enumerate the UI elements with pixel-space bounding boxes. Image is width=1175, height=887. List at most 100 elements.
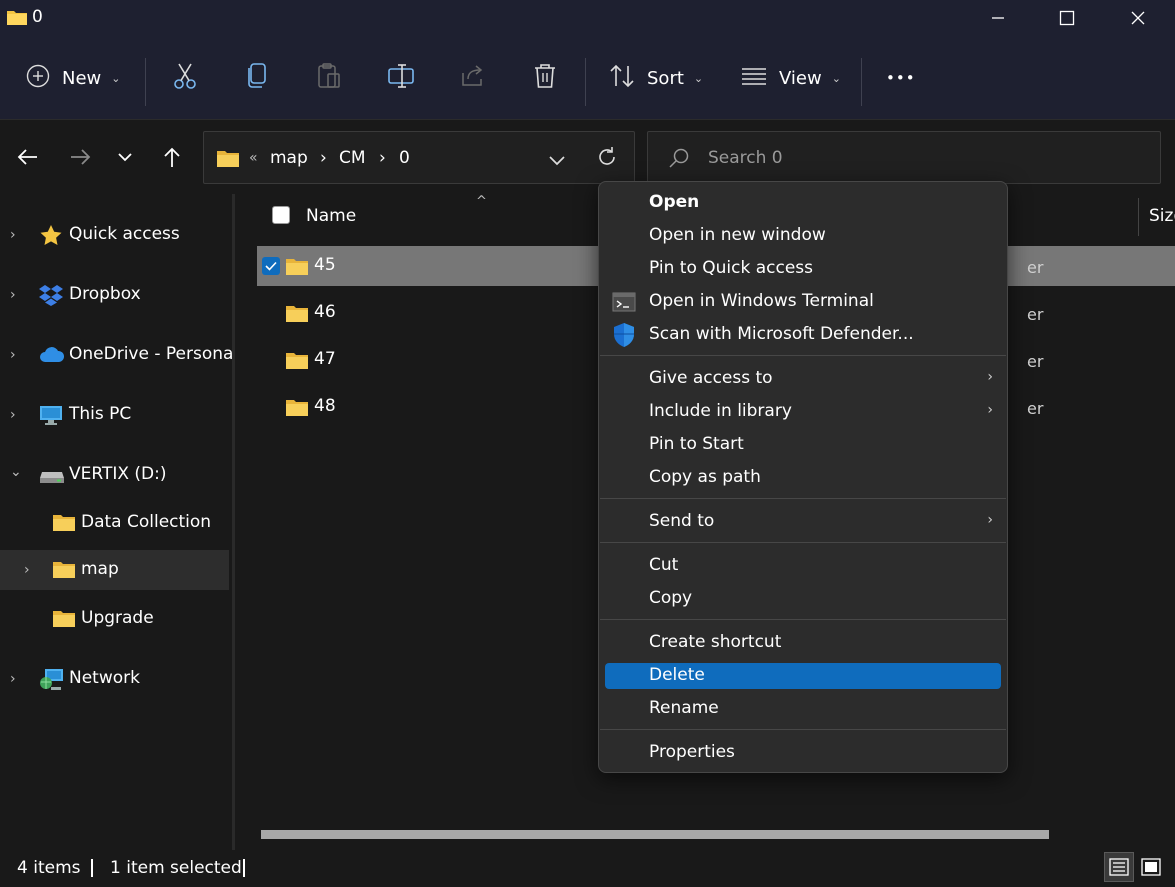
sidebar-item-label: OneDrive - Personal [69, 344, 239, 364]
selection-count: 1 item selected [110, 858, 242, 878]
sidebar-item-onedrive[interactable]: › OneDrive - Personal [0, 335, 238, 375]
folder-icon [285, 303, 309, 328]
cloud-icon [39, 344, 65, 366]
menu-item-copy[interactable]: Copy [605, 586, 1001, 612]
share-button[interactable] [460, 36, 486, 120]
menu-separator [600, 619, 1006, 620]
menu-separator [600, 355, 1006, 356]
sidebar-item-label: VERTIX (D:) [69, 464, 167, 484]
menu-item-pin-start[interactable]: Pin to Start [605, 432, 1001, 458]
menu-item-label: Send to [649, 511, 715, 531]
address-bar[interactable]: « map › CM › 0 [203, 131, 635, 184]
chevron-right-icon[interactable]: › [24, 562, 30, 578]
rename-button[interactable] [387, 36, 415, 120]
cut-button[interactable] [172, 36, 198, 120]
address-dropdown-button[interactable] [548, 152, 566, 172]
breadcrumb-cm[interactable]: CM [339, 148, 366, 168]
chevron-right-icon: › [987, 402, 993, 418]
file-name: 48 [314, 396, 336, 416]
breadcrumb-overflow[interactable]: « [249, 150, 258, 166]
paste-button[interactable] [316, 36, 342, 120]
menu-item-open[interactable]: Open [605, 190, 1001, 216]
menu-item-cut[interactable]: Cut [605, 553, 1001, 579]
chevron-right-icon[interactable]: › [10, 671, 16, 687]
toolbar-divider [145, 58, 146, 106]
folder-icon [52, 559, 76, 581]
recent-locations-button[interactable] [107, 137, 143, 177]
chevron-right-icon[interactable]: › [10, 407, 16, 423]
sidebar-item-quick-access[interactable]: › Quick access [0, 215, 229, 255]
view-button[interactable]: View ⌄ [741, 36, 841, 120]
horizontal-scrollbar[interactable] [261, 830, 1049, 839]
dropbox-icon [39, 284, 63, 306]
column-header-size[interactable]: Size [1149, 206, 1175, 226]
scissors-icon [172, 62, 198, 95]
up-button[interactable] [154, 137, 190, 177]
maximize-button[interactable] [1035, 0, 1099, 36]
menu-item-scan-defender[interactable]: Scan with Microsoft Defender... [605, 322, 1001, 348]
menu-item-copy-path[interactable]: Copy as path [605, 465, 1001, 491]
new-label: New [62, 67, 102, 89]
menu-item-send-to[interactable]: Send to › [605, 509, 1001, 535]
sidebar-item-vertix-drive[interactable]: ⌄ VERTIX (D:) [0, 455, 229, 495]
chevron-down-icon: ⌄ [693, 71, 704, 85]
menu-item-create-shortcut[interactable]: Create shortcut [605, 630, 1001, 656]
sidebar-item-this-pc[interactable]: › This PC [0, 395, 229, 435]
tiles-view-button[interactable] [1136, 852, 1166, 882]
row-checkbox[interactable] [262, 257, 280, 275]
select-all-checkbox[interactable] [272, 206, 290, 224]
search-placeholder: Search 0 [708, 148, 783, 168]
menu-item-rename[interactable]: Rename [605, 696, 1001, 722]
chevron-down-icon[interactable]: ⌄ [10, 464, 22, 480]
sidebar-item-map[interactable]: › map [0, 550, 229, 590]
chevron-right-icon[interactable]: › [10, 287, 16, 303]
sort-button[interactable]: Sort ⌄ [609, 36, 703, 120]
sidebar-item-label: Quick access [69, 224, 180, 244]
sort-arrow-icon: ^ [476, 194, 487, 209]
column-header-name[interactable]: Name [306, 206, 356, 226]
file-name: 45 [314, 255, 336, 275]
copy-button[interactable] [245, 36, 269, 120]
menu-item-properties[interactable]: Properties [605, 740, 1001, 766]
arrow-right-icon [71, 149, 91, 165]
details-view-button[interactable] [1104, 852, 1134, 882]
back-button[interactable] [10, 137, 46, 177]
close-button[interactable] [1106, 0, 1170, 36]
menu-item-give-access[interactable]: Give access to › [605, 366, 1001, 392]
delete-button[interactable] [533, 36, 557, 120]
breadcrumb-0[interactable]: 0 [399, 148, 410, 168]
chevron-right-icon: › [987, 369, 993, 385]
forward-button[interactable] [62, 137, 98, 177]
column-divider[interactable] [1138, 198, 1139, 236]
menu-item-open-terminal[interactable]: Open in Windows Terminal [605, 289, 1001, 315]
context-menu: Open Open in new window Pin to Quick acc… [598, 181, 1008, 773]
menu-item-label: Delete [649, 665, 705, 685]
chevron-right-icon[interactable]: › [10, 347, 16, 363]
menu-item-open-new-window[interactable]: Open in new window [605, 223, 1001, 249]
tiles-view-icon [1141, 858, 1161, 876]
sidebar-item-data-collection[interactable]: Data Collection [0, 503, 229, 543]
menu-item-label: Properties [649, 742, 735, 762]
drive-icon [39, 464, 64, 486]
folder-icon [52, 512, 76, 534]
folder-icon [216, 148, 240, 173]
sort-label: Sort [647, 67, 684, 89]
new-button[interactable]: New ⌄ [26, 36, 120, 120]
checkmark-icon [265, 261, 277, 271]
breadcrumb-map[interactable]: map [270, 148, 308, 168]
search-box[interactable]: Search 0 [647, 131, 1161, 184]
navigation-pane: › Quick access › Dropbox › OneDrive - Pe… [0, 194, 238, 850]
more-options-button[interactable]: ••• [886, 36, 916, 120]
menu-separator [600, 498, 1006, 499]
chevron-right-icon[interactable]: › [10, 227, 16, 243]
refresh-button[interactable] [596, 146, 618, 173]
sidebar-item-upgrade[interactable]: Upgrade [0, 599, 229, 639]
menu-item-pin-quick-access[interactable]: Pin to Quick access [605, 256, 1001, 282]
menu-item-delete[interactable]: Delete [605, 663, 1001, 689]
minimize-button[interactable] [966, 0, 1030, 36]
shield-icon [611, 322, 637, 348]
menu-item-include-library[interactable]: Include in library › [605, 399, 1001, 425]
view-label: View [779, 67, 822, 89]
sidebar-item-dropbox[interactable]: › Dropbox [0, 275, 229, 315]
sidebar-item-network[interactable]: › Network [0, 659, 229, 699]
